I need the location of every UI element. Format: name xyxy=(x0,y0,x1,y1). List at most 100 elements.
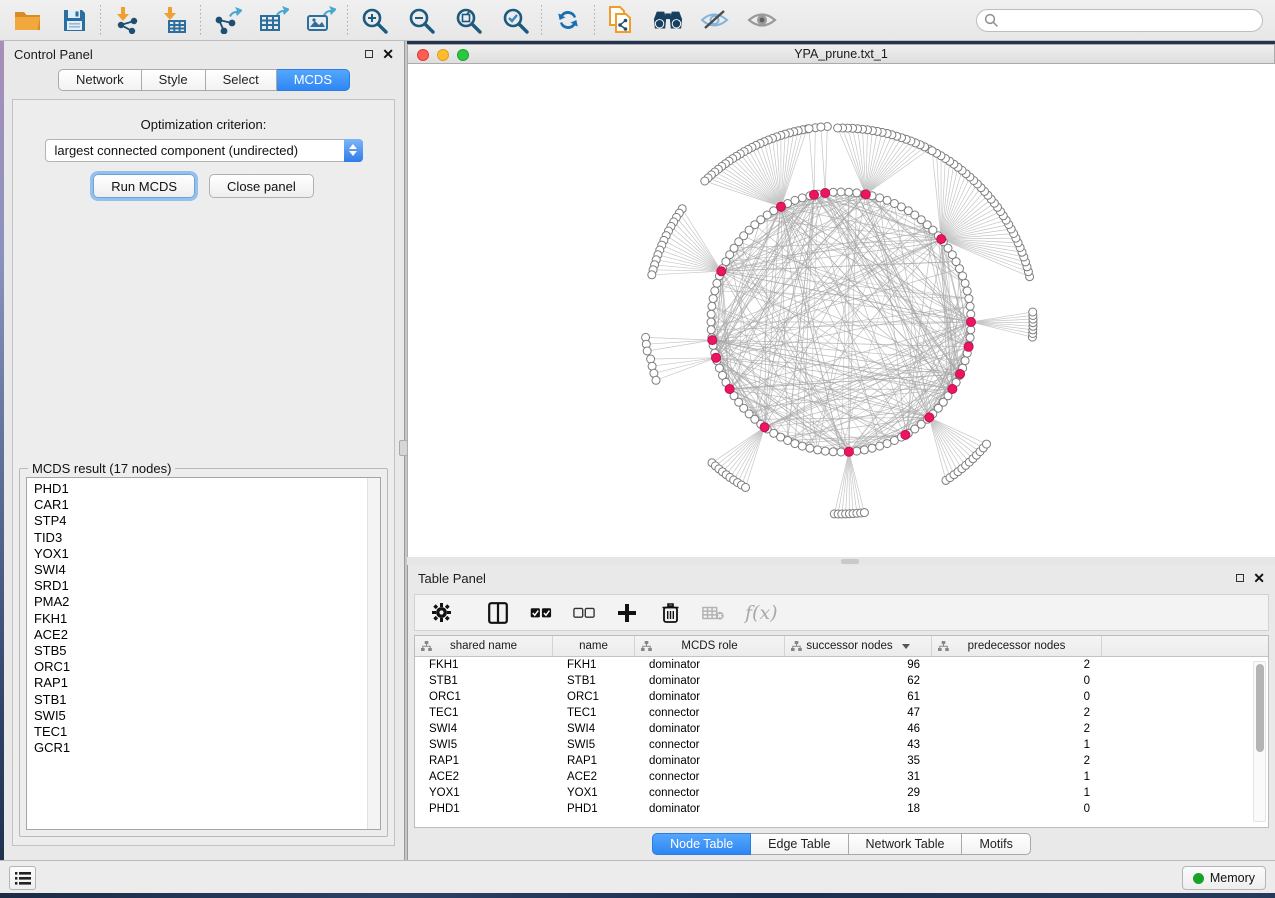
satellite-node[interactable] xyxy=(648,271,656,279)
network-node[interactable] xyxy=(821,447,829,455)
mcds-result-item[interactable]: ACE2 xyxy=(34,627,380,643)
mcds-hub-node[interactable] xyxy=(844,447,853,456)
network-node[interactable] xyxy=(868,444,876,452)
satellite-node[interactable] xyxy=(742,483,750,491)
mcds-hub-node[interactable] xyxy=(937,235,946,244)
mcds-result-item[interactable]: SWI4 xyxy=(34,562,380,578)
table-row[interactable]: RAP1RAP1dominator352 xyxy=(415,753,1268,769)
table-row[interactable]: STB1STB1dominator620 xyxy=(415,673,1268,689)
task-history-button[interactable] xyxy=(9,866,36,890)
column-header-name[interactable]: name xyxy=(553,636,635,656)
network-node[interactable] xyxy=(845,188,853,196)
mcds-hub-node[interactable] xyxy=(967,318,976,327)
tab-edge-table[interactable]: Edge Table xyxy=(751,833,848,855)
tab-node-table[interactable]: Node Table xyxy=(652,833,751,855)
table-row[interactable]: SWI4SWI4dominator462 xyxy=(415,721,1268,737)
network-node[interactable] xyxy=(883,196,891,204)
mcds-result-item[interactable]: STB1 xyxy=(34,692,380,708)
tab-motifs[interactable]: Motifs xyxy=(962,833,1030,855)
tab-network[interactable]: Network xyxy=(58,69,142,91)
close-table-panel-icon[interactable]: ✕ xyxy=(1253,573,1265,583)
window-close-icon[interactable] xyxy=(417,49,429,61)
show-all-icon[interactable] xyxy=(747,6,777,34)
network-node[interactable] xyxy=(708,302,716,310)
mcds-result-item[interactable]: TEC1 xyxy=(34,724,380,740)
network-node[interactable] xyxy=(876,442,884,450)
mcds-hub-node[interactable] xyxy=(956,370,965,379)
satellite-node[interactable] xyxy=(1029,308,1037,316)
network-node[interactable] xyxy=(707,318,715,326)
save-icon[interactable] xyxy=(59,6,89,34)
export-table-icon[interactable] xyxy=(259,6,289,34)
mcds-hub-node[interactable] xyxy=(925,413,934,422)
mcds-result-item[interactable]: STB5 xyxy=(34,643,380,659)
tab-select[interactable]: Select xyxy=(206,69,277,91)
table-row[interactable]: SWI5SWI5connector431 xyxy=(415,737,1268,753)
network-node[interactable] xyxy=(966,334,974,342)
network-node[interactable] xyxy=(829,448,837,456)
float-panel-icon[interactable] xyxy=(365,50,373,58)
satellite-node[interactable] xyxy=(928,147,936,155)
mcds-hub-node[interactable] xyxy=(964,342,973,351)
mcds-result-item[interactable]: SRD1 xyxy=(34,578,380,594)
table-row[interactable]: FKH1FKH1dominator962 xyxy=(415,657,1268,673)
satellite-node[interactable] xyxy=(983,440,991,448)
export-network-icon[interactable] xyxy=(212,6,242,34)
mcds-result-item[interactable]: SWI5 xyxy=(34,708,380,724)
tab-mcds[interactable]: MCDS xyxy=(277,69,350,91)
tab-style[interactable]: Style xyxy=(142,69,206,91)
mcds-hub-node[interactable] xyxy=(725,385,734,394)
mcds-result-item[interactable]: YOX1 xyxy=(34,546,380,562)
duplicate-network-icon[interactable] xyxy=(606,6,636,34)
network-node[interactable] xyxy=(709,295,717,303)
zoom-out-icon[interactable] xyxy=(406,6,436,34)
mcds-hub-node[interactable] xyxy=(861,190,870,199)
mcds-hub-node[interactable] xyxy=(760,423,769,432)
satellite-node[interactable] xyxy=(647,355,655,363)
network-node[interactable] xyxy=(959,272,967,280)
network-node[interactable] xyxy=(965,295,973,303)
column-layout-icon[interactable] xyxy=(487,601,509,625)
satellite-node[interactable] xyxy=(652,376,660,384)
hide-selected-icon[interactable] xyxy=(700,6,730,34)
mcds-result-item[interactable]: TID3 xyxy=(34,530,380,546)
satellite-node[interactable] xyxy=(643,347,651,355)
deselect-all-icon[interactable] xyxy=(573,601,595,625)
network-node[interactable] xyxy=(711,287,719,295)
mcds-hub-node[interactable] xyxy=(901,430,910,439)
table-scrollbar[interactable] xyxy=(1253,661,1266,822)
network-node[interactable] xyxy=(798,194,806,202)
zoom-selected-icon[interactable] xyxy=(500,6,530,34)
memory-button[interactable]: Memory xyxy=(1182,866,1266,890)
network-node[interactable] xyxy=(963,287,971,295)
network-node[interactable] xyxy=(791,196,799,204)
network-canvas[interactable] xyxy=(407,64,1275,557)
horizontal-splitter[interactable] xyxy=(407,557,1275,565)
gear-icon[interactable] xyxy=(430,601,452,625)
mcds-hub-node[interactable] xyxy=(821,189,830,198)
mcds-result-item[interactable]: GCR1 xyxy=(34,740,380,756)
run-mcds-button[interactable]: Run MCDS xyxy=(93,174,195,198)
network-node[interactable] xyxy=(853,447,861,455)
close-panel-icon[interactable]: ✕ xyxy=(382,49,394,59)
delete-column-icon[interactable] xyxy=(659,601,681,625)
network-node[interactable] xyxy=(784,437,792,445)
mcds-result-item[interactable]: PMA2 xyxy=(34,594,380,610)
network-node[interactable] xyxy=(890,200,898,208)
network-window-titlebar[interactable]: YPA_prune.txt_1 xyxy=(407,44,1275,64)
satellite-node[interactable] xyxy=(701,177,709,185)
search-input[interactable] xyxy=(976,9,1263,32)
zoom-in-icon[interactable] xyxy=(359,6,389,34)
network-node[interactable] xyxy=(967,310,975,318)
mcds-result-item[interactable]: FKH1 xyxy=(34,611,380,627)
network-node[interactable] xyxy=(961,357,969,365)
column-header-predecessor-nodes[interactable]: predecessor nodes xyxy=(932,636,1102,656)
mcds-hub-node[interactable] xyxy=(712,353,721,362)
network-node[interactable] xyxy=(707,310,715,318)
network-node[interactable] xyxy=(791,440,799,448)
mcds-hub-node[interactable] xyxy=(810,190,819,199)
mcds-result-item[interactable]: PHD1 xyxy=(34,481,380,497)
mcds-result-item[interactable]: ORC1 xyxy=(34,659,380,675)
network-node[interactable] xyxy=(860,446,868,454)
network-node[interactable] xyxy=(814,446,822,454)
